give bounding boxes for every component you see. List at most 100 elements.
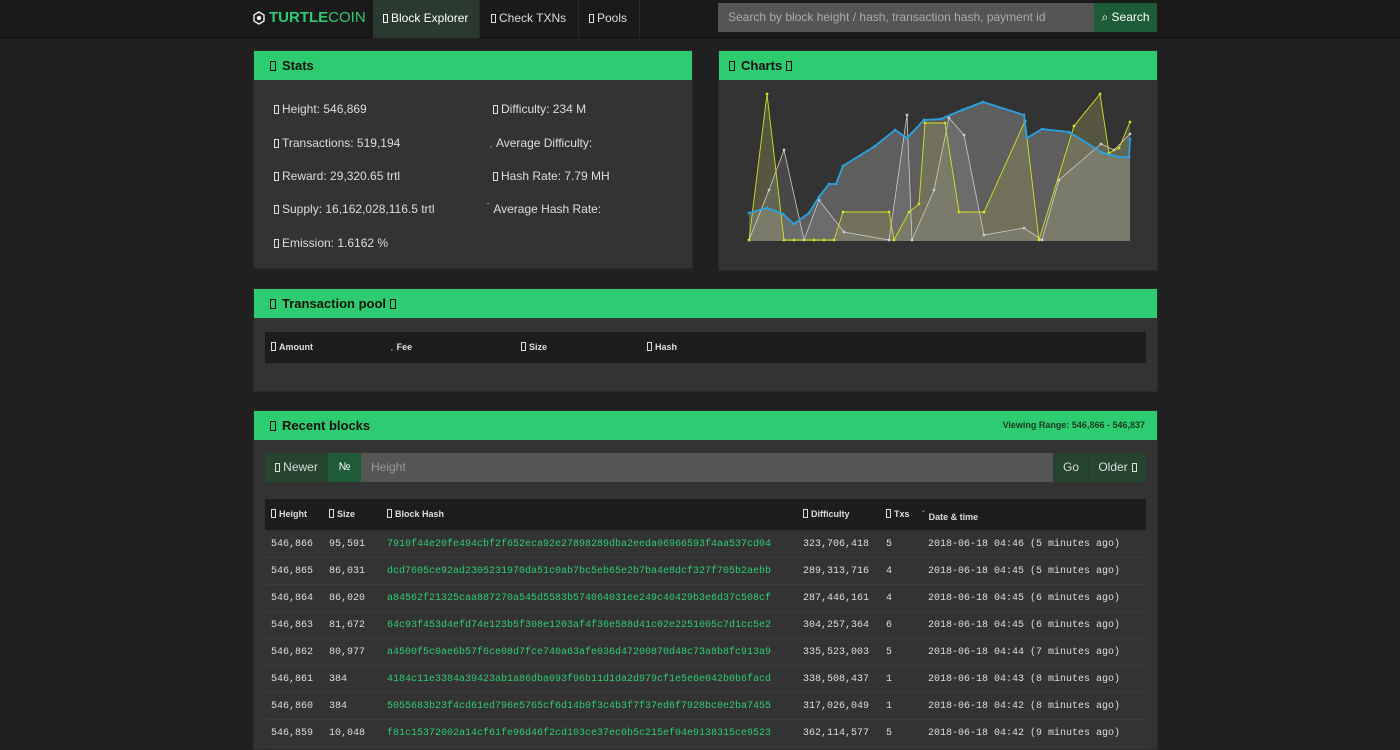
brand-logo[interactable]: TURTLE COIN <box>252 9 366 26</box>
older-button[interactable]: Older <box>1089 453 1146 482</box>
blocks-table-header: Height Size Block Hash Difficulty Txs ` D… <box>265 499 1146 530</box>
key-icon <box>647 342 652 351</box>
cell-block-hash[interactable]: 5055683b23f4cd61ed796e5765cf6d14b0f3c4b3… <box>387 693 771 720</box>
cell-block-hash[interactable]: a84562f21325caa887270a545d5583b574064031… <box>387 585 771 612</box>
key-icon <box>387 509 392 518</box>
chart-white-line-point <box>962 133 966 137</box>
chart-yellow-line-point <box>1128 120 1132 124</box>
cell-height: 546,865 <box>271 566 314 577</box>
older-label: Older <box>1098 460 1128 474</box>
table-row[interactable]: 546,864 86,020 a84562f21325caa887270a545d5… <box>265 585 1146 612</box>
nav-pools[interactable]: Pools <box>579 0 640 38</box>
chart-yellow-line-point <box>782 238 786 242</box>
stat-avg-difficulty: , Average Difficulty: <box>490 136 592 150</box>
chart-yellow-line-point <box>957 210 961 214</box>
col-difficulty[interactable]: Difficulty <box>803 499 850 530</box>
chart-yellow-line-point <box>943 121 947 125</box>
pool-col-size[interactable]: Size <box>521 332 547 363</box>
chart-yellow-line-point <box>923 121 927 125</box>
pool-col-amount-label: Amount <box>279 342 313 352</box>
pool-col-hash[interactable]: Hash <box>647 332 677 363</box>
cell-size: 86,031 <box>329 566 366 577</box>
search-input[interactable]: Search by block height / hash, transacti… <box>718 3 1094 32</box>
table-row[interactable]: 546,863 81,672 64c93f453d4efd74e123b5f308e… <box>265 612 1146 639</box>
chart-yellow-line-point <box>747 238 751 242</box>
cell-txs: 6 <box>886 620 893 631</box>
cell-date: 2018-06-18 04:43 (8 minutes ago) <box>928 674 1121 685</box>
cell-txs: 5 <box>886 539 893 550</box>
cell-block-hash[interactable]: 64c93f453d4efd74e123b5f308e1203af4f36e58… <box>387 612 771 639</box>
table-row[interactable]: 546,859 10,048 f81c15372002a14cf61fe96d46f… <box>265 720 1146 747</box>
nav-block-explorer[interactable]: Block Explorer <box>373 0 480 38</box>
cubes-icon <box>270 421 276 431</box>
cell-height: 546,859 <box>271 728 314 739</box>
stat-avg-hash-rate: ‾ Average Hash Rate: <box>487 202 601 216</box>
avg-icon: , <box>490 142 492 149</box>
transaction-pool-panel: Transaction pool Amount , Fee Size Hash <box>253 288 1158 392</box>
money-icon <box>274 172 279 181</box>
info-icon[interactable] <box>390 299 397 309</box>
chart-white-line-point <box>1022 226 1026 230</box>
chart-yellow-line-point <box>832 238 836 242</box>
chart-white-line-point <box>887 238 891 242</box>
cell-block-hash[interactable]: 4184c11e3384a39423ab1a86dba093f96b11d1da… <box>387 666 771 693</box>
chart-blue-line-point <box>1128 137 1132 141</box>
pool-col-fee[interactable]: , Fee <box>391 332 412 365</box>
cell-block-hash[interactable]: dcd7605ce92ad2305231970da51c0ab7bc5eb65e… <box>387 558 771 585</box>
cell-height: 546,863 <box>271 620 314 631</box>
chart-yellow-line-point <box>1037 238 1041 242</box>
cell-block-hash[interactable]: a4500f5c0ae6b57f6ce08d7fce740a63afe036d4… <box>387 639 771 666</box>
chart-blue-line-point <box>841 164 845 168</box>
bars-icon <box>274 105 279 114</box>
search-button[interactable]: ⌕ Search <box>1094 3 1157 32</box>
stat-emission: Emission: 1.6162 % <box>274 236 388 250</box>
cell-date: 2018-06-18 04:46 (5 minutes ago) <box>928 539 1121 550</box>
pool-header: Transaction pool <box>254 289 1157 318</box>
cell-size: 10,048 <box>329 728 366 739</box>
pool-col-amount[interactable]: Amount <box>271 332 313 363</box>
table-row[interactable]: 546,866 95,591 7910f44e20fe494cbf2f652eca9… <box>265 531 1146 558</box>
chart-blue-line-point <box>1127 155 1131 159</box>
chart-blue-line-point <box>893 128 897 132</box>
chart-blue-line-point <box>905 136 909 140</box>
table-row[interactable]: 546,861 384 4184c11e3384a39423ab1a86dba093… <box>265 666 1146 693</box>
table-row[interactable]: 546,862 80,977 a4500f5c0ae6b57f6ce08d7fce7… <box>265 639 1146 666</box>
stat-avg-hash-rate-text: Average Hash Rate: <box>493 202 602 216</box>
cell-txs: 1 <box>886 674 893 685</box>
col-hash[interactable]: Block Hash <box>387 499 444 530</box>
table-row[interactable]: 546,860 384 5055683b23f4cd61ed796e5765cf6d… <box>265 693 1146 720</box>
go-button[interactable]: Go <box>1054 453 1088 482</box>
stat-hash-rate-text: Hash Rate: 7.79 MH <box>501 169 610 183</box>
info-icon[interactable] <box>786 61 793 71</box>
stats-title: Stats <box>282 58 314 73</box>
col-date[interactable]: ` Date & time <box>922 499 978 533</box>
col-txs[interactable]: Txs <box>886 499 910 530</box>
pool-icon <box>270 299 276 309</box>
col-size[interactable]: Size <box>329 499 355 530</box>
col-height[interactable]: Height <box>271 499 307 530</box>
lock-icon <box>803 509 808 518</box>
chart-blue-line-point <box>747 211 751 215</box>
table-row[interactable]: 546,865 86,031 dcd7605ce92ad2305231970da51… <box>265 558 1146 585</box>
chart-yellow-line-point <box>1098 92 1102 96</box>
chart-blue-line-point <box>1040 127 1044 131</box>
cell-size: 384 <box>329 674 348 685</box>
cell-date: 2018-06-18 04:45 (6 minutes ago) <box>928 620 1121 631</box>
stat-transactions-text: Transactions: 519,194 <box>282 136 401 150</box>
height-input[interactable]: Height <box>361 453 1053 482</box>
newer-button[interactable]: Newer <box>265 453 328 482</box>
chart-blue-line-point <box>1025 136 1029 140</box>
chart-blue-line-point <box>1101 151 1105 155</box>
cell-block-hash[interactable]: 7910f44e20fe494cbf2f652eca92e27898289dba… <box>387 531 771 558</box>
cell-block-hash[interactable]: f81c15372002a14cf61fe96d46f2cd103ce37ec0… <box>387 720 771 747</box>
recent-header: Recent blocks Viewing Range: 546,866 - 54… <box>254 411 1157 440</box>
chart-blue-line-point <box>781 212 785 216</box>
chart-blue-line-point <box>960 108 964 112</box>
nav-check-txns[interactable]: Check TXNs <box>481 0 579 38</box>
chart-yellow-line-point <box>822 238 826 242</box>
arrow-right-icon <box>1131 463 1137 472</box>
recent-title: Recent blocks <box>282 418 371 433</box>
chart-yellow-line-point <box>892 238 896 242</box>
stat-supply-text: Supply: 16,162,028,116.5 trtl <box>282 202 435 216</box>
nav-pools-label: Pools <box>597 11 628 25</box>
